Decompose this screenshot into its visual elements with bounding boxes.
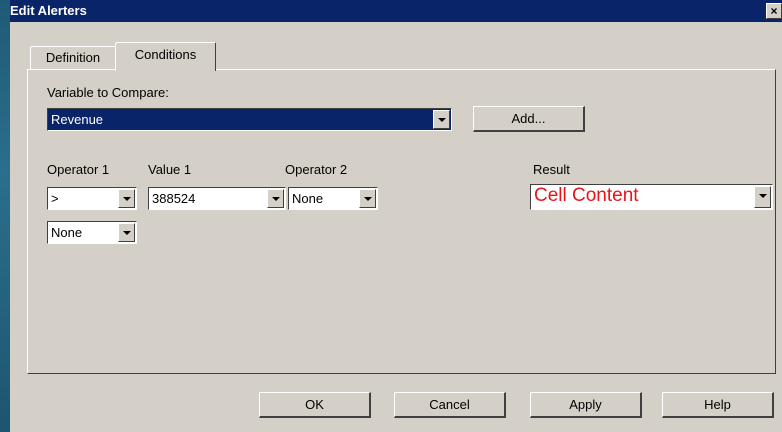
tab-definition[interactable]: Definition <box>30 46 116 69</box>
ok-button[interactable]: OK <box>259 392 371 418</box>
tab-conditions[interactable]: Conditions <box>115 42 216 71</box>
result-label: Result <box>533 162 570 177</box>
chevron-down-icon[interactable] <box>267 189 284 208</box>
operator2-value: None <box>292 191 324 206</box>
operator1-value: > <box>51 191 59 206</box>
value1-select[interactable]: 388524 <box>148 187 286 210</box>
chevron-down-icon[interactable] <box>118 223 135 242</box>
variable-select[interactable]: Revenue <box>47 108 452 131</box>
extra-operator-value: None <box>51 225 83 240</box>
value1-value: 388524 <box>152 191 196 206</box>
operator2-select[interactable]: None <box>288 187 378 210</box>
conditions-panel: Variable to Compare: Revenue Add... Oper… <box>27 69 776 374</box>
help-button[interactable]: Help <box>662 392 774 418</box>
cancel-button[interactable]: Cancel <box>394 392 506 418</box>
chevron-down-icon[interactable] <box>359 189 376 208</box>
extra-operator-select[interactable]: None <box>47 221 137 244</box>
chevron-down-icon[interactable] <box>754 186 771 208</box>
operator1-label: Operator 1 <box>47 162 110 177</box>
result-select[interactable]: Cell Content <box>530 184 773 210</box>
edit-alerters-dialog: Edit Alerters × Definition Conditions Va… <box>10 0 782 432</box>
chevron-down-icon[interactable] <box>433 110 450 129</box>
value1-label: Value 1 <box>148 162 192 177</box>
result-value: Cell Content <box>534 185 639 206</box>
title-bar: Edit Alerters × <box>10 0 782 22</box>
operator1-select[interactable]: > <box>47 187 137 210</box>
chevron-down-icon[interactable] <box>118 189 135 208</box>
variable-value: Revenue <box>51 112 104 127</box>
add-button[interactable]: Add... <box>473 106 585 132</box>
operator2-label: Operator 2 <box>285 162 348 177</box>
window-title: Edit Alerters <box>10 3 87 18</box>
apply-button[interactable]: Apply <box>530 392 642 418</box>
variable-label: Variable to Compare: <box>47 85 169 100</box>
close-button[interactable]: × <box>766 3 782 19</box>
